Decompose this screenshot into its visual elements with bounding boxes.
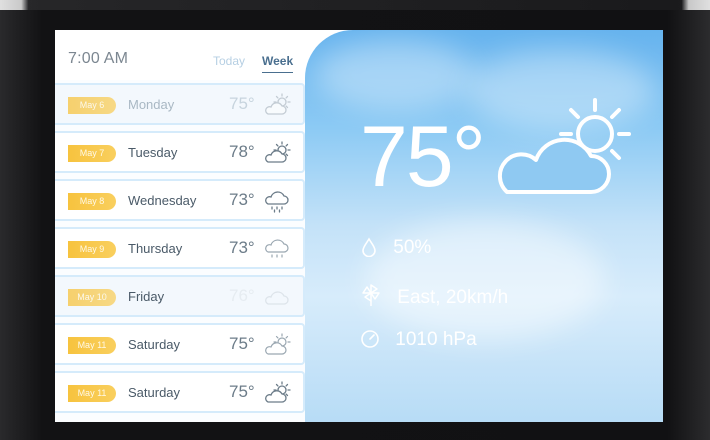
forecast-row[interactable]: May 8 Wednesday 73° <box>55 179 305 221</box>
partly-cloudy-icon <box>265 93 291 115</box>
wind-stat: East, 20km/h <box>360 283 508 309</box>
day-temperature: 73° <box>229 238 255 257</box>
cloud-icon <box>265 291 289 305</box>
date-badge: May 11 <box>68 337 116 354</box>
wind-value: East, 20km/h <box>397 287 509 308</box>
forecast-panel: 7:00 AM Today Week May 6 Monday 75° May … <box>55 30 305 422</box>
humidity-value: 50% <box>393 237 432 258</box>
forecast-row[interactable]: May 7 Tuesday 78° <box>55 131 305 173</box>
partly-cloudy-icon <box>265 141 291 163</box>
current-temperature: 75° <box>360 109 486 205</box>
rain-cloud-icon <box>265 239 289 258</box>
day-label: Wednesday <box>128 193 197 208</box>
forecast-row[interactable]: May 11 Saturday 75° <box>55 323 305 365</box>
rain-cloud-icon <box>265 191 289 213</box>
day-label: Saturday <box>128 385 181 400</box>
forecast-row[interactable]: May 10 Friday 76° <box>55 275 305 317</box>
water-drop-icon <box>362 237 376 258</box>
gauge-icon <box>361 330 379 348</box>
day-temperature: 76° <box>229 286 255 305</box>
date-badge: May 11 <box>68 385 116 402</box>
wind-pinwheel-icon <box>362 284 380 306</box>
humidity-stat: 50% <box>360 237 431 259</box>
forecast-header: 7:00 AM Today Week <box>55 30 305 80</box>
date-badge: May 6 <box>68 97 116 114</box>
partly-cloudy-icon <box>497 98 631 194</box>
pressure-value: 1010 hPa <box>395 329 477 350</box>
day-temperature: 75° <box>229 334 255 353</box>
tab-week[interactable]: Week <box>262 54 294 73</box>
clock-time: 7:00 AM <box>68 50 129 67</box>
day-temperature: 73° <box>229 190 255 209</box>
date-badge: May 10 <box>68 289 116 306</box>
forecast-row[interactable]: May 9 Thursday 73° <box>55 227 305 269</box>
weather-app: 7:00 AM Today Week May 6 Monday 75° May … <box>55 30 663 422</box>
partly-cloudy-icon <box>265 333 291 355</box>
forecast-row[interactable]: May 11 Saturday 75° <box>55 371 305 413</box>
day-label: Tuesday <box>128 145 178 160</box>
day-label: Monday <box>128 97 175 112</box>
current-weather-panel: 75° 50% East, 20km/h 1010 hPa <box>305 30 663 422</box>
day-label: Saturday <box>128 337 181 352</box>
day-label: Friday <box>128 289 165 304</box>
partly-cloudy-icon <box>265 381 291 403</box>
forecast-row[interactable]: May 6 Monday 75° <box>55 83 305 125</box>
date-badge: May 8 <box>68 193 116 210</box>
pressure-stat: 1010 hPa <box>360 329 477 351</box>
date-badge: May 7 <box>68 145 116 162</box>
day-temperature: 75° <box>229 94 255 113</box>
day-label: Thursday <box>128 241 183 256</box>
tab-today[interactable]: Today <box>213 54 245 68</box>
date-badge: May 9 <box>68 241 116 258</box>
day-temperature: 75° <box>229 382 255 401</box>
day-temperature: 78° <box>229 142 255 161</box>
sky-cloud <box>315 40 475 110</box>
